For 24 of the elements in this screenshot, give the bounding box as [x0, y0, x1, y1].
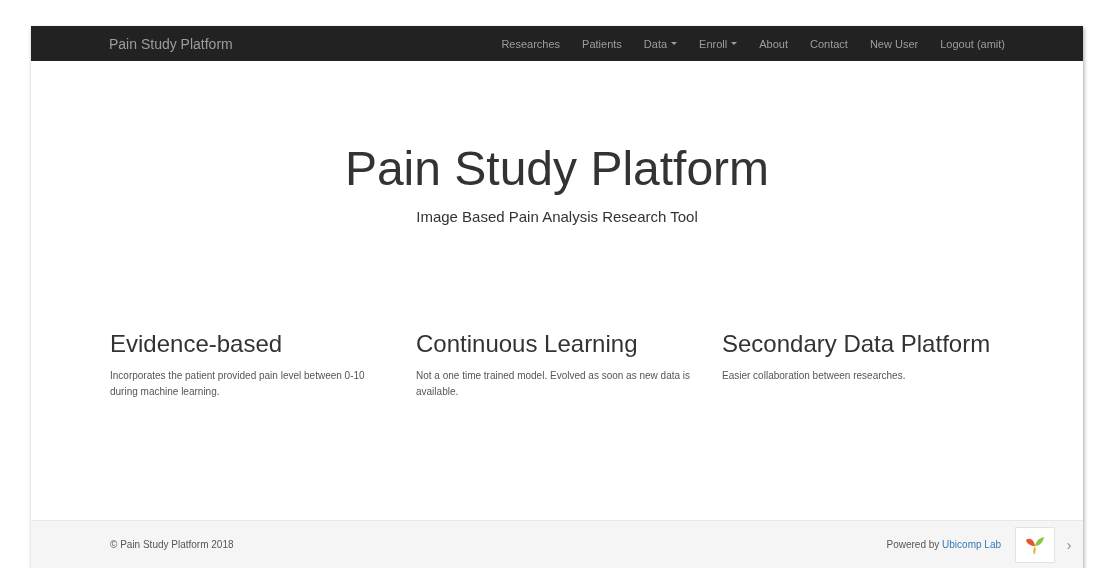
side-tab[interactable]: › [1055, 536, 1083, 553]
feature-text: Easier collaboration between researches. [722, 369, 907, 383]
feature-heading: Evidence-based [110, 330, 284, 358]
caret-icon [671, 42, 678, 45]
logo-button[interactable] [1015, 526, 1055, 563]
powered-by-text: Powered by Ubicomp Lab [886, 539, 1001, 550]
nav-link[interactable]: About [759, 37, 788, 50]
caret-icon [731, 42, 738, 45]
feature-heading: Secondary Data Platform [722, 330, 992, 358]
nav-link[interactable]: Logout (amit) [940, 37, 1005, 50]
lab-link[interactable]: Ubicomp Lab [942, 539, 1001, 550]
nav-link[interactable]: New User [869, 37, 919, 50]
feature-text: Not a one time trained model. Evolved as soon as new data is available. [416, 369, 692, 399]
feature-text: Incorporates the patient provided pain level between 0-10 during machine learning. [110, 369, 366, 399]
hero-title: Pain Study Platform [344, 141, 770, 196]
nav-link[interactable]: Contact [809, 37, 848, 50]
feature-heading: Continuous Learning [416, 330, 639, 358]
hero-subtitle: Image Based Pain Analysis Research Tool [416, 208, 698, 225]
copyright-text: © Pain Study Platform 2018 [110, 539, 234, 550]
nav-link[interactable]: Researches [501, 37, 561, 50]
nav-link[interactable]: Patients [582, 37, 622, 50]
nav-link[interactable]: Data [643, 37, 678, 50]
brand-link[interactable]: Pain Study Platform [109, 35, 233, 52]
nav-link[interactable]: Enroll [699, 37, 738, 50]
